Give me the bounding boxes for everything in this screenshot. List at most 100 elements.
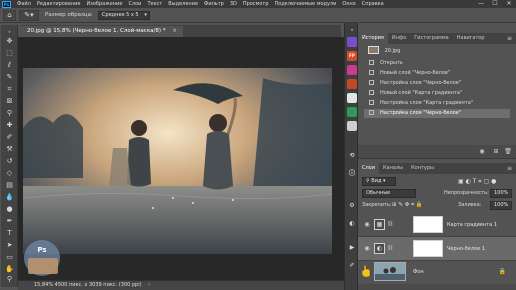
history-item-selected[interactable]: Настройка слоя "Черно-белое" — [364, 109, 510, 118]
history-item[interactable]: Настройка слоя "Карта градиента" — [364, 99, 510, 108]
fill-input[interactable]: 100% — [490, 201, 512, 210]
lasso-tool-icon[interactable]: ℓ — [4, 61, 15, 70]
menu-view[interactable]: Просмотр — [240, 1, 272, 7]
close-window-icon[interactable]: ✕ — [502, 0, 516, 8]
rectangle-tool-icon[interactable]: ▭ — [4, 253, 15, 262]
layer-mask-thumbnail[interactable] — [413, 240, 443, 257]
eyedropper-tool-icon[interactable]: ⚲ — [4, 109, 15, 118]
tab-histogram[interactable]: Гистограмма — [410, 33, 453, 44]
document-image[interactable] — [23, 68, 332, 254]
history-panel-icon[interactable]: ⟲ — [347, 151, 357, 161]
menu-layers[interactable]: Слои — [125, 1, 144, 7]
sample-size-label: Размер образца: — [45, 12, 93, 18]
healing-brush-tool-icon[interactable]: ✚ — [4, 121, 15, 130]
close-tab-icon[interactable]: × — [172, 28, 177, 34]
history-item[interactable]: Новый слой "Карта градиента" — [364, 89, 510, 98]
minimize-icon[interactable]: — — [474, 0, 488, 8]
blend-mode-select[interactable]: Обычные — [362, 189, 416, 198]
menu-edit[interactable]: Редактирование — [34, 1, 84, 7]
history-item[interactable]: Открыть — [364, 59, 510, 68]
history-item[interactable]: Новый слой "Черно-белое" — [364, 69, 510, 78]
new-snapshot-icon[interactable]: ◉ — [478, 148, 486, 156]
layer-row-selected[interactable]: ◉ ◐ ⛓ Черно-белое 1 — [358, 237, 516, 261]
gradient-tool-icon[interactable]: ▤ — [4, 181, 15, 190]
panel-icons-column: « FP ⟲ ⓘ ⚙ ◐ ▶ ✐ — [344, 23, 358, 290]
plugin-circle-icon[interactable] — [347, 93, 357, 103]
settings-plugin-icon[interactable] — [347, 121, 357, 131]
tab-paths[interactable]: Контуры — [407, 163, 438, 174]
menu-window[interactable]: Окно — [339, 1, 358, 7]
link-icon[interactable]: ⛓ — [387, 221, 393, 228]
menu-select[interactable]: Выделение — [165, 1, 201, 7]
panel-menu-icon[interactable]: ≡ — [507, 33, 512, 44]
dodge-tool-icon[interactable]: ● — [4, 205, 15, 214]
collapse-icon[interactable]: » — [4, 27, 15, 36]
eraser-tool-icon[interactable]: ◇ — [4, 169, 15, 178]
history-footer: ◉ ⊞ 🗑 — [358, 145, 516, 159]
link-icon[interactable]: ⛓ — [387, 245, 393, 252]
zoom-tool-icon[interactable]: ⚲ — [4, 275, 15, 284]
layer-name[interactable]: Черно-белое 1 — [447, 237, 485, 261]
crop-tool-icon[interactable]: ⌗ — [4, 85, 15, 94]
history-snapshot[interactable]: 20.jpg — [364, 46, 510, 56]
clone-stamp-tool-icon[interactable]: ⚒ — [4, 145, 15, 154]
blur-tool-icon[interactable]: 💧 — [4, 193, 15, 202]
photoshop-logo[interactable]: Ps — [2, 0, 11, 8]
document-tab[interactable]: 20.jpg @ 15,8% (Черно-белое 1, Слой-маск… — [21, 26, 183, 37]
adjustments-icon[interactable]: ◐ — [347, 219, 357, 229]
eyedropper-icon[interactable]: ✎▾ — [19, 9, 39, 21]
layer-name[interactable]: Фон — [413, 260, 424, 284]
layer-thumbnail[interactable] — [374, 262, 406, 281]
menu-type[interactable]: Текст — [144, 1, 165, 7]
plugin-icon[interactable] — [347, 37, 357, 47]
color-wheel-icon[interactable] — [347, 107, 357, 117]
sample-size-select[interactable]: Среднее 5 х 5 ▾ — [97, 10, 150, 20]
layer-row-background[interactable]: Фон 🔒 — [358, 260, 516, 284]
new-document-icon[interactable]: ⊞ — [492, 148, 500, 156]
path-selection-tool-icon[interactable]: ➤ — [4, 241, 15, 250]
layer-filter-select[interactable]: ⚲ Вид ▾ — [362, 177, 396, 186]
tab-history[interactable]: История — [358, 33, 388, 44]
menu-image[interactable]: Изображение — [83, 1, 125, 7]
brush-tool-icon[interactable]: ✐ — [4, 133, 15, 142]
menu-plugins[interactable]: Подключаемые модули — [272, 1, 340, 7]
collapse-icon[interactable]: « — [347, 25, 357, 35]
home-icon[interactable]: ⌂ — [3, 9, 16, 21]
marquee-tool-icon[interactable]: ⬚ — [4, 49, 15, 58]
menu-3d[interactable]: 3D — [227, 1, 240, 7]
type-tool-icon[interactable]: T — [4, 229, 15, 238]
play-action-icon[interactable]: ▶ — [347, 243, 357, 253]
fp-plugin-icon[interactable]: FP — [347, 51, 357, 61]
plugin-red-icon[interactable] — [347, 79, 357, 89]
filter-type-icons[interactable]: ▣ ◐ T ⌗ ▢ ● — [458, 177, 496, 186]
tab-info[interactable]: Инфо — [388, 33, 410, 44]
info-panel-icon[interactable]: ⓘ — [347, 169, 357, 179]
status-menu-icon[interactable]: › — [148, 282, 150, 288]
layer-name[interactable]: Карта градиента 1 — [447, 213, 497, 237]
properties-icon[interactable]: ⚙ — [347, 201, 357, 211]
history-item[interactable]: Настройка слоя "Черно-белое" — [364, 79, 510, 88]
menu-file[interactable]: Файл — [14, 1, 34, 7]
lock-icons[interactable]: ⊞ ✎ ✥ ⌗ 🔒 — [392, 201, 423, 210]
layer-row[interactable]: ◉ ▦ ⛓ Карта градиента 1 — [358, 213, 516, 237]
panel-menu-icon[interactable]: ≡ — [507, 163, 512, 174]
menu-filter[interactable]: Фильтр — [201, 1, 227, 7]
layer-mask-thumbnail[interactable] — [413, 216, 443, 233]
history-brush-tool-icon[interactable]: ↺ — [4, 157, 15, 166]
maximize-icon[interactable]: ☐ — [488, 0, 502, 8]
retouch-plugin-icon[interactable] — [347, 65, 357, 75]
quick-select-tool-icon[interactable]: ✎ — [4, 73, 15, 82]
brush-settings-icon[interactable]: ✐ — [347, 261, 357, 271]
opacity-input[interactable]: 100% — [490, 189, 512, 198]
delete-icon[interactable]: 🗑 — [504, 148, 512, 156]
visibility-eye-icon[interactable]: ◉ — [363, 244, 371, 253]
tab-navigator[interactable]: Навигатор — [453, 33, 489, 44]
tab-layers[interactable]: Слои — [358, 163, 379, 174]
move-tool-icon[interactable]: ✥ — [4, 37, 15, 46]
frame-tool-icon[interactable]: ⊠ — [4, 97, 15, 106]
pen-tool-icon[interactable]: ✒ — [4, 217, 15, 226]
menu-help[interactable]: Справка — [359, 1, 387, 7]
tab-channels[interactable]: Каналы — [379, 163, 407, 174]
hand-tool-icon[interactable]: ✋ — [4, 265, 15, 274]
visibility-eye-icon[interactable]: ◉ — [363, 220, 371, 229]
